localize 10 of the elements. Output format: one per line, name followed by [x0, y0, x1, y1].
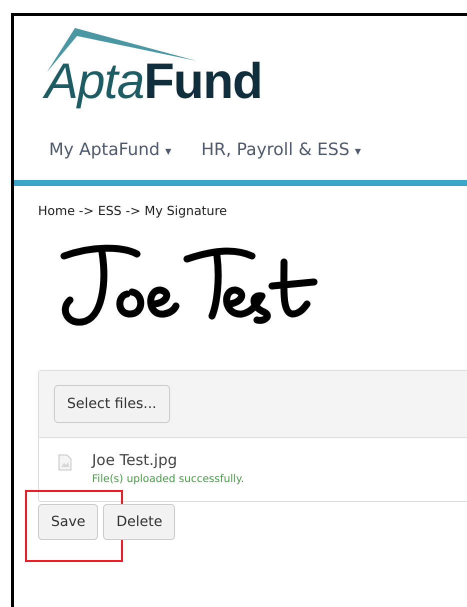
logo-text: AptaFund — [45, 52, 262, 110]
nav-menu[interactable]: My AptaFund ▾ — [49, 140, 172, 180]
file-name: Joe Test.jpg — [92, 451, 178, 469]
nav-menu[interactable]: HR, Payroll & ESS ▾ — [201, 140, 361, 180]
save-button[interactable]: Save — [38, 504, 98, 540]
select-files-button[interactable]: Select files... — [54, 385, 170, 423]
upload-status: File(s) uploaded successfully. — [92, 473, 244, 485]
image-file-icon — [58, 454, 72, 471]
delete-button[interactable]: Delete — [103, 504, 176, 540]
breadcrumb: Home -> ESS -> My Signature — [38, 203, 228, 218]
